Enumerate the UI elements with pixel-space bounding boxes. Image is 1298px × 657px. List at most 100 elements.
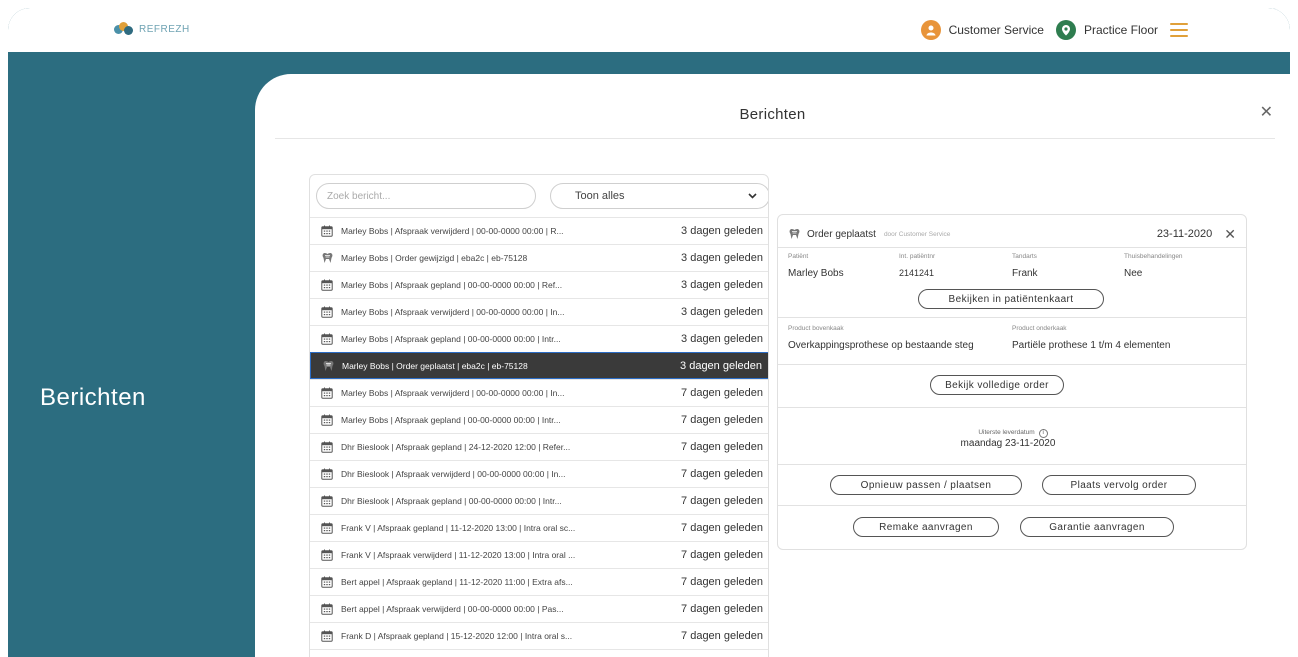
detail-author: door Customer Service: [883, 230, 951, 238]
patient-nr-label: Int. patiëntnr: [899, 253, 936, 260]
calendar-icon: [320, 467, 334, 481]
message-row[interactable]: Marley Bobs | Order geplaatst | eba2c | …: [310, 352, 768, 379]
message-age: 7 dagen geleden: [681, 630, 763, 642]
message-age: 3 dagen geleden: [681, 252, 763, 264]
message-age: 7 dagen geleden: [681, 414, 763, 426]
lower-product-value: Partiële prothese 1 t/m 4 elementen: [1012, 340, 1171, 351]
menu-icon[interactable]: [1170, 23, 1188, 37]
divider: [778, 364, 1246, 365]
message-age: 3 dagen geleden: [681, 279, 763, 291]
tooth-icon: [788, 228, 801, 240]
calendar-icon: [320, 332, 334, 346]
message-text: Dhr Bieslook | Afspraak verwijderd | 00-…: [341, 469, 566, 479]
message-age: 3 dagen geleden: [681, 225, 763, 237]
warranty-request-button[interactable]: Garantie aanvragen: [1020, 517, 1174, 537]
message-text: Bert appel | Afspraak gepland | 11-12-20…: [341, 577, 573, 587]
message-row[interactable]: Marley Bobs | Afspraak gepland | 00-00-0…: [310, 406, 768, 433]
message-row[interactable]: Bert appel | Afspraak gepland | 11-12-20…: [310, 568, 768, 595]
top-bar: REFREZH Customer Service Practice Floor: [8, 8, 1290, 52]
user-icon[interactable]: [920, 20, 941, 40]
search-input[interactable]: [316, 183, 536, 209]
remake-request-button[interactable]: Remake aanvragen: [853, 517, 999, 537]
patient-value: Marley Bobs: [788, 268, 844, 279]
message-text: Dhr Bieslook | Afspraak gepland | 24-12-…: [341, 442, 571, 452]
message-row[interactable]: Marley Bobs | Afspraak gepland | 00-00-0…: [310, 325, 768, 352]
message-row[interactable]: Dhr Bieslook | Afspraak verwijderd | 00-…: [310, 460, 768, 487]
message-text: Marley Bobs | Afspraak verwijderd | 00-0…: [341, 226, 564, 236]
message-row[interactable]: Bert appel | Afspraak verwijderd | 00-00…: [310, 595, 768, 622]
message-row[interactable]: Marley Bobs | Afspraak verwijderd | 00-0…: [310, 298, 768, 325]
message-age: 7 dagen geleden: [681, 549, 763, 561]
message-row[interactable]: Frank V | Afspraak verwijderd | 11-12-20…: [310, 541, 768, 568]
view-full-order-button[interactable]: Bekijk volledige order: [930, 375, 1064, 395]
message-age: 3 dagen geleden: [681, 306, 763, 318]
calendar-icon: [320, 305, 334, 319]
refit-button[interactable]: Opnieuw passen / plaatsen: [830, 475, 1022, 495]
upper-product-value: Overkappingsprothese op bestaande steg: [788, 340, 974, 351]
message-text: Frank D | Afspraak gepland | 15-12-2020 …: [341, 631, 573, 641]
message-age: 7 dagen geleden: [681, 387, 763, 399]
chevron-down-icon: [748, 193, 757, 199]
detail-date: 23-11-2020: [1156, 228, 1213, 240]
messages-modal: Berichten ✕ Toon alles Marley Bobs | Afs…: [255, 74, 1290, 657]
message-age: 7 dagen geleden: [681, 603, 763, 615]
message-list: Marley Bobs | Afspraak verwijderd | 00-0…: [310, 217, 768, 657]
calendar-icon: [320, 278, 334, 292]
location-label[interactable]: Practice Floor: [1084, 23, 1158, 37]
sidebar-title: Berichten: [40, 384, 146, 411]
filter-value: Toon alles: [575, 190, 625, 202]
message-text: Marley Bobs | Afspraak gepland | 00-00-0…: [341, 415, 561, 425]
filter-select[interactable]: Toon alles: [550, 183, 768, 209]
message-text: Marley Bobs | Afspraak verwijderd | 00-0…: [341, 307, 565, 317]
message-row[interactable]: Dhr Bieslook | Afspraak gepland | 00-00-…: [310, 487, 768, 514]
modal-title: Berichten: [739, 106, 806, 123]
message-age: 3 dagen geleden: [681, 333, 763, 345]
logo-icon: [114, 22, 136, 36]
info-icon[interactable]: i: [1038, 428, 1048, 438]
detail-header: Order geplaatst door Customer Service 23…: [788, 225, 1236, 243]
message-text: Bert appel | Afspraak verwijderd | 00-00…: [341, 604, 564, 614]
top-right-menu: Customer Service Practice Floor: [920, 20, 1188, 40]
app-frame: REFREZH Customer Service Practice Floor …: [8, 8, 1290, 657]
user-label[interactable]: Customer Service: [949, 23, 1044, 37]
message-age: 7 dagen geleden: [681, 522, 763, 534]
divider: [778, 464, 1246, 465]
message-row[interactable]: Frank D | Afspraak gepland | 15-12-2020 …: [310, 622, 768, 649]
home-treatment-label: Thuisbehandelingen: [1124, 253, 1183, 260]
home-treatment-value: Nee: [1124, 268, 1143, 279]
message-row[interactable]: Marley Bobs | Order gewijzigd | eba2c | …: [310, 244, 768, 271]
calendar-icon: [320, 386, 334, 400]
message-row[interactable]: Frank V | Afspraak gepland | 11-12-2020 …: [310, 514, 768, 541]
message-row[interactable]: Marley Bobs | Afspraak verwijderd | 00-0…: [310, 379, 768, 406]
message-row[interactable]: LAATSETKANS | STL files uploaden | 44635…: [310, 649, 768, 657]
message-text: Frank V | Afspraak verwijderd | 11-12-20…: [341, 550, 576, 560]
calendar-icon: [320, 548, 334, 562]
deadline-block: Uiterste leverdatum i: [778, 421, 1248, 439]
close-icon[interactable]: ✕: [1260, 102, 1273, 122]
location-pin-icon[interactable]: [1055, 20, 1076, 40]
view-patient-button[interactable]: Bekijken in patiëntenkaart: [918, 289, 1104, 309]
deadline-value: maandag 23-11-2020: [960, 438, 1056, 449]
calendar-icon: [320, 602, 334, 616]
dentist-value: Frank: [1012, 268, 1038, 279]
message-text: Marley Bobs | Afspraak gepland | 00-00-0…: [341, 280, 563, 290]
close-icon[interactable]: ✕: [1224, 226, 1236, 243]
lower-product-label: Product onderkaak: [1012, 325, 1067, 332]
message-text: Marley Bobs | Afspraak gepland | 00-00-0…: [341, 334, 561, 344]
patient-label: Patiënt: [788, 253, 809, 260]
calendar-icon: [320, 575, 334, 589]
logo[interactable]: REFREZH: [114, 22, 190, 36]
calendar-icon: [320, 224, 334, 238]
message-age: 3 dagen geleden: [680, 359, 762, 372]
message-detail-card: Order geplaatst door Customer Service 23…: [777, 214, 1247, 550]
tooth-icon: [321, 359, 335, 373]
tooth-icon: [320, 251, 334, 265]
message-row[interactable]: Dhr Bieslook | Afspraak gepland | 24-12-…: [310, 433, 768, 460]
message-text: Dhr Bieslook | Afspraak gepland | 00-00-…: [341, 496, 562, 506]
message-row[interactable]: Marley Bobs | Afspraak gepland | 00-00-0…: [310, 271, 768, 298]
message-age: 7 dagen geleden: [681, 495, 763, 507]
divider: [778, 247, 1246, 248]
message-row[interactable]: Marley Bobs | Afspraak verwijderd | 00-0…: [310, 217, 768, 244]
follow-up-order-button[interactable]: Plaats vervolg order: [1042, 475, 1196, 495]
calendar-icon: [320, 521, 334, 535]
